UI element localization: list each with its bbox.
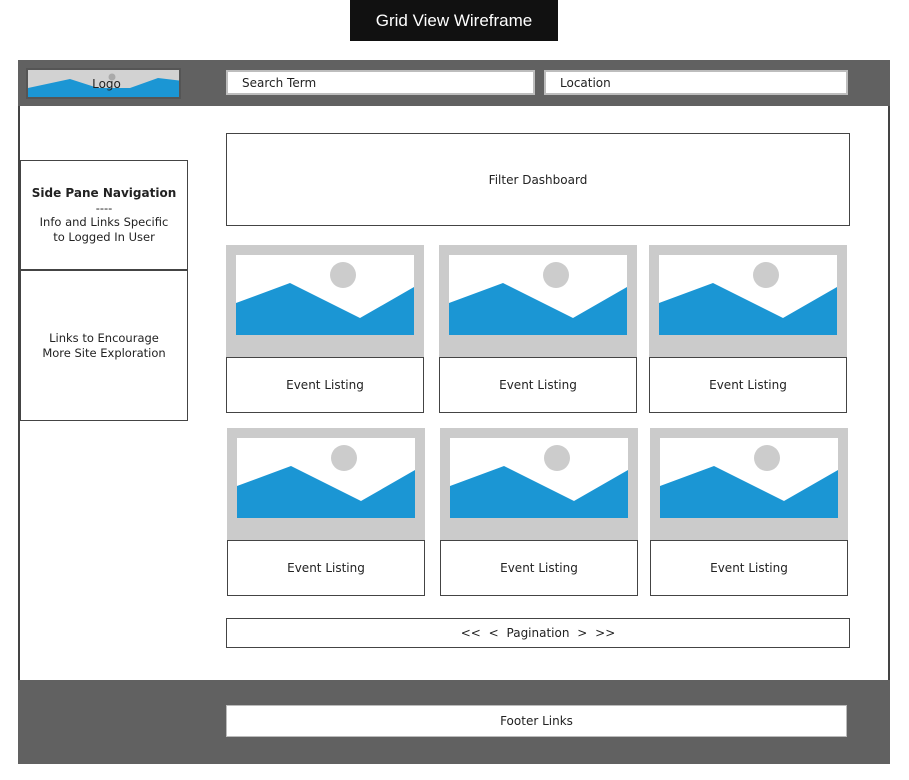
image-placeholder-icon [236,255,414,335]
search-input[interactable]: Search Term [226,70,535,95]
image-placeholder-icon [450,438,628,518]
event-image-placeholder [440,428,638,540]
event-listing-label: Event Listing [649,357,847,413]
footer-links[interactable]: Footer Links [226,705,847,737]
image-placeholder-icon [237,438,415,518]
side-pane-desc-line1: Info and Links Specific [39,215,169,229]
logo-label: Logo [92,76,121,91]
event-image-placeholder [439,245,637,357]
event-listing-label: Event Listing [440,540,638,596]
event-image-placeholder [226,245,424,357]
filter-dashboard[interactable]: Filter Dashboard [226,133,850,226]
event-listing-card[interactable]: Event Listing [650,428,848,596]
side-pane-title: Side Pane Navigation [31,186,177,200]
image-placeholder-icon [660,438,838,518]
explore-line2: More Site Exploration [42,345,166,360]
explore-line1: Links to Encourage [49,331,159,345]
side-pane-navigation[interactable]: Side Pane Navigation ---- Info and Links… [20,160,188,270]
side-pane-desc-line2: to Logged In User [53,229,155,244]
event-listing-label: Event Listing [227,540,425,596]
pagination[interactable]: << < Pagination > >> [226,618,850,648]
logo[interactable]: Logo [26,68,181,99]
image-placeholder-icon [449,255,627,335]
event-listing-card[interactable]: Event Listing [227,428,425,596]
event-listing-card[interactable]: Event Listing [439,245,637,413]
event-image-placeholder [650,428,848,540]
side-pane-separator: ---- [95,200,113,215]
event-listing-label: Event Listing [439,357,637,413]
site-exploration-links[interactable]: Links to Encourage More Site Exploration [20,270,188,421]
event-listing-card[interactable]: Event Listing [649,245,847,413]
event-listing-label: Event Listing [650,540,848,596]
event-image-placeholder [649,245,847,357]
image-placeholder-icon [659,255,837,335]
page-title: Grid View Wireframe [350,0,558,41]
event-image-placeholder [227,428,425,540]
event-listing-label: Event Listing [226,357,424,413]
event-listing-card[interactable]: Event Listing [226,245,424,413]
location-input[interactable]: Location [544,70,848,95]
event-listing-card[interactable]: Event Listing [440,428,638,596]
